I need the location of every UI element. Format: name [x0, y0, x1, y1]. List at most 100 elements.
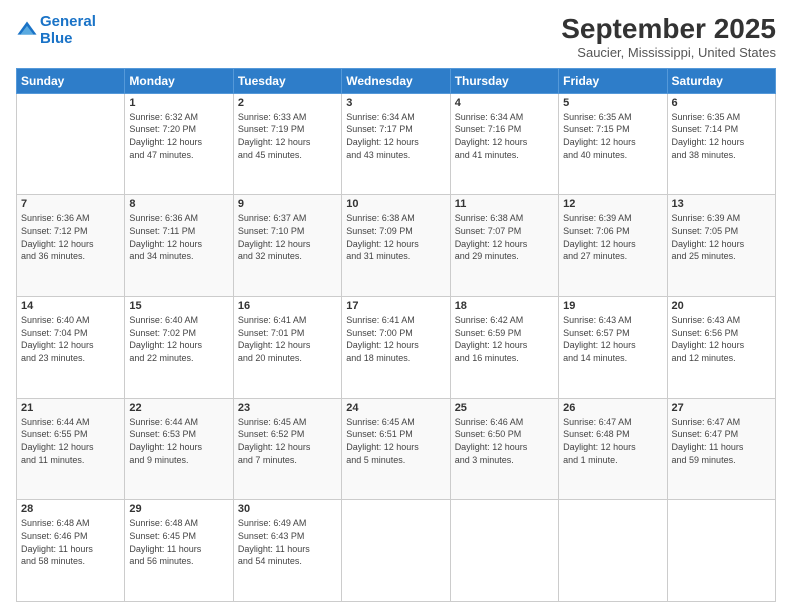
day-info: Sunrise: 6:40 AM Sunset: 7:02 PM Dayligh…	[129, 314, 228, 364]
day-number: 20	[672, 300, 771, 312]
day-number: 24	[346, 402, 445, 414]
day-number: 1	[129, 97, 228, 109]
logo-icon	[16, 20, 38, 42]
day-info: Sunrise: 6:34 AM Sunset: 7:16 PM Dayligh…	[455, 111, 554, 161]
day-number: 15	[129, 300, 228, 312]
calendar-cell: 27Sunrise: 6:47 AM Sunset: 6:47 PM Dayli…	[667, 398, 775, 500]
day-info: Sunrise: 6:46 AM Sunset: 6:50 PM Dayligh…	[455, 416, 554, 466]
day-info: Sunrise: 6:43 AM Sunset: 6:57 PM Dayligh…	[563, 314, 662, 364]
calendar-week-row: 14 Sunrise: 6:40 AM Sunset: 7:04 PM Dayli…	[17, 297, 776, 399]
calendar-cell: 17 Sunrise: 6:41 AM Sunset: 7:00 PM Dayli…	[342, 297, 450, 399]
day-info: Sunrise: 6:47 AM Sunset: 6:48 PM Dayligh…	[563, 416, 662, 466]
day-info: Sunrise: 6:35 AM Sunset: 7:15 PM Dayligh…	[563, 111, 662, 161]
day-info: Sunrise: 6:38 AM Sunset: 7:09 PM Dayligh…	[346, 212, 445, 262]
day-number: 14	[21, 300, 120, 312]
weekday-header-wednesday: Wednesday	[342, 68, 450, 93]
calendar-week-row: 28 Sunrise: 6:48 AM Sunset: 6:46 PM Dayli…	[17, 500, 776, 602]
day-number: 4	[455, 97, 554, 109]
calendar-cell: 2 Sunrise: 6:33 AM Sunset: 7:19 PM Daylig…	[233, 93, 341, 195]
weekday-header-saturday: Saturday	[667, 68, 775, 93]
day-info: Sunrise: 6:38 AM Sunset: 7:07 PM Dayligh…	[455, 212, 554, 262]
day-info: Sunrise: 6:48 AM Sunset: 6:45 PM Dayligh…	[129, 517, 228, 567]
day-number: 9	[238, 198, 337, 210]
weekday-header-tuesday: Tuesday	[233, 68, 341, 93]
calendar-subtitle: Saucier, Mississippi, United States	[561, 45, 776, 60]
day-info: Sunrise: 6:41 AM Sunset: 7:01 PM Dayligh…	[238, 314, 337, 364]
calendar-week-row: 21 Sunrise: 6:44 AM Sunset: 6:55 PM Dayli…	[17, 398, 776, 500]
calendar-cell: 6 Sunrise: 6:35 AM Sunset: 7:14 PM Daylig…	[667, 93, 775, 195]
day-info: Sunrise: 6:41 AM Sunset: 7:00 PM Dayligh…	[346, 314, 445, 364]
day-info: Sunrise: 6:42 AM Sunset: 6:59 PM Dayligh…	[455, 314, 554, 364]
day-number: 8	[129, 198, 228, 210]
page: General Blue September 2025 Saucier, Mis…	[0, 0, 792, 612]
calendar-cell: 11 Sunrise: 6:38 AM Sunset: 7:07 PM Dayli…	[450, 195, 558, 297]
day-info: Sunrise: 6:33 AM Sunset: 7:19 PM Dayligh…	[238, 111, 337, 161]
calendar-cell	[667, 500, 775, 602]
calendar-cell: 21 Sunrise: 6:44 AM Sunset: 6:55 PM Dayli…	[17, 398, 125, 500]
calendar-cell: 8 Sunrise: 6:36 AM Sunset: 7:11 PM Daylig…	[125, 195, 233, 297]
day-number: 23	[238, 402, 337, 414]
day-info: Sunrise: 6:39 AM Sunset: 7:05 PM Dayligh…	[672, 212, 771, 262]
day-number: 26	[563, 402, 662, 414]
weekday-header-row: SundayMondayTuesdayWednesdayThursdayFrid…	[17, 68, 776, 93]
day-info: Sunrise: 6:34 AM Sunset: 7:17 PM Dayligh…	[346, 111, 445, 161]
day-info: Sunrise: 6:39 AM Sunset: 7:06 PM Dayligh…	[563, 212, 662, 262]
header: General Blue September 2025 Saucier, Mis…	[16, 14, 776, 60]
day-info: Sunrise: 6:44 AM Sunset: 6:55 PM Dayligh…	[21, 416, 120, 466]
calendar-cell: 19Sunrise: 6:43 AM Sunset: 6:57 PM Dayli…	[559, 297, 667, 399]
logo-line2: Blue	[40, 30, 73, 47]
calendar-cell: 18 Sunrise: 6:42 AM Sunset: 6:59 PM Dayli…	[450, 297, 558, 399]
day-number: 7	[21, 198, 120, 210]
day-number: 10	[346, 198, 445, 210]
calendar-cell: 14 Sunrise: 6:40 AM Sunset: 7:04 PM Dayli…	[17, 297, 125, 399]
calendar-week-row: 7Sunrise: 6:36 AM Sunset: 7:12 PM Daylig…	[17, 195, 776, 297]
day-info: Sunrise: 6:37 AM Sunset: 7:10 PM Dayligh…	[238, 212, 337, 262]
calendar-title: September 2025	[561, 14, 776, 45]
calendar-week-row: 1 Sunrise: 6:32 AM Sunset: 7:20 PM Daylig…	[17, 93, 776, 195]
calendar-cell: 22 Sunrise: 6:44 AM Sunset: 6:53 PM Dayli…	[125, 398, 233, 500]
day-number: 28	[21, 503, 120, 515]
day-info: Sunrise: 6:45 AM Sunset: 6:51 PM Dayligh…	[346, 416, 445, 466]
calendar-cell: 29Sunrise: 6:48 AM Sunset: 6:45 PM Dayli…	[125, 500, 233, 602]
calendar-cell: 1 Sunrise: 6:32 AM Sunset: 7:20 PM Daylig…	[125, 93, 233, 195]
logo-text: General Blue	[40, 14, 96, 47]
calendar-cell: 13 Sunrise: 6:39 AM Sunset: 7:05 PM Dayli…	[667, 195, 775, 297]
day-info: Sunrise: 6:36 AM Sunset: 7:11 PM Dayligh…	[129, 212, 228, 262]
day-info: Sunrise: 6:43 AM Sunset: 6:56 PM Dayligh…	[672, 314, 771, 364]
calendar-cell: 26 Sunrise: 6:47 AM Sunset: 6:48 PM Dayli…	[559, 398, 667, 500]
day-number: 6	[672, 97, 771, 109]
day-number: 21	[21, 402, 120, 414]
calendar-cell: 28 Sunrise: 6:48 AM Sunset: 6:46 PM Dayli…	[17, 500, 125, 602]
day-number: 22	[129, 402, 228, 414]
calendar-cell: 3Sunrise: 6:34 AM Sunset: 7:17 PM Daylig…	[342, 93, 450, 195]
calendar-cell: 23 Sunrise: 6:45 AM Sunset: 6:52 PM Dayli…	[233, 398, 341, 500]
day-info: Sunrise: 6:48 AM Sunset: 6:46 PM Dayligh…	[21, 517, 120, 567]
calendar-cell: 20 Sunrise: 6:43 AM Sunset: 6:56 PM Dayli…	[667, 297, 775, 399]
calendar-cell: 10 Sunrise: 6:38 AM Sunset: 7:09 PM Dayli…	[342, 195, 450, 297]
day-number: 2	[238, 97, 337, 109]
day-number: 5	[563, 97, 662, 109]
calendar-cell	[450, 500, 558, 602]
day-info: Sunrise: 6:45 AM Sunset: 6:52 PM Dayligh…	[238, 416, 337, 466]
day-info: Sunrise: 6:49 AM Sunset: 6:43 PM Dayligh…	[238, 517, 337, 567]
calendar-cell: 16 Sunrise: 6:41 AM Sunset: 7:01 PM Dayli…	[233, 297, 341, 399]
day-number: 16	[238, 300, 337, 312]
weekday-header-friday: Friday	[559, 68, 667, 93]
day-info: Sunrise: 6:44 AM Sunset: 6:53 PM Dayligh…	[129, 416, 228, 466]
calendar-cell: 5 Sunrise: 6:35 AM Sunset: 7:15 PM Daylig…	[559, 93, 667, 195]
calendar-cell: 30Sunrise: 6:49 AM Sunset: 6:43 PM Dayli…	[233, 500, 341, 602]
day-info: Sunrise: 6:47 AM Sunset: 6:47 PM Dayligh…	[672, 416, 771, 466]
day-info: Sunrise: 6:35 AM Sunset: 7:14 PM Dayligh…	[672, 111, 771, 161]
calendar-cell	[559, 500, 667, 602]
day-number: 11	[455, 198, 554, 210]
day-info: Sunrise: 6:40 AM Sunset: 7:04 PM Dayligh…	[21, 314, 120, 364]
day-info: Sunrise: 6:32 AM Sunset: 7:20 PM Dayligh…	[129, 111, 228, 161]
day-number: 13	[672, 198, 771, 210]
calendar-cell: 4 Sunrise: 6:34 AM Sunset: 7:16 PM Daylig…	[450, 93, 558, 195]
calendar-cell: 15 Sunrise: 6:40 AM Sunset: 7:02 PM Dayli…	[125, 297, 233, 399]
day-number: 17	[346, 300, 445, 312]
calendar-cell	[342, 500, 450, 602]
logo: General Blue	[16, 14, 96, 47]
day-number: 18	[455, 300, 554, 312]
calendar-cell	[17, 93, 125, 195]
